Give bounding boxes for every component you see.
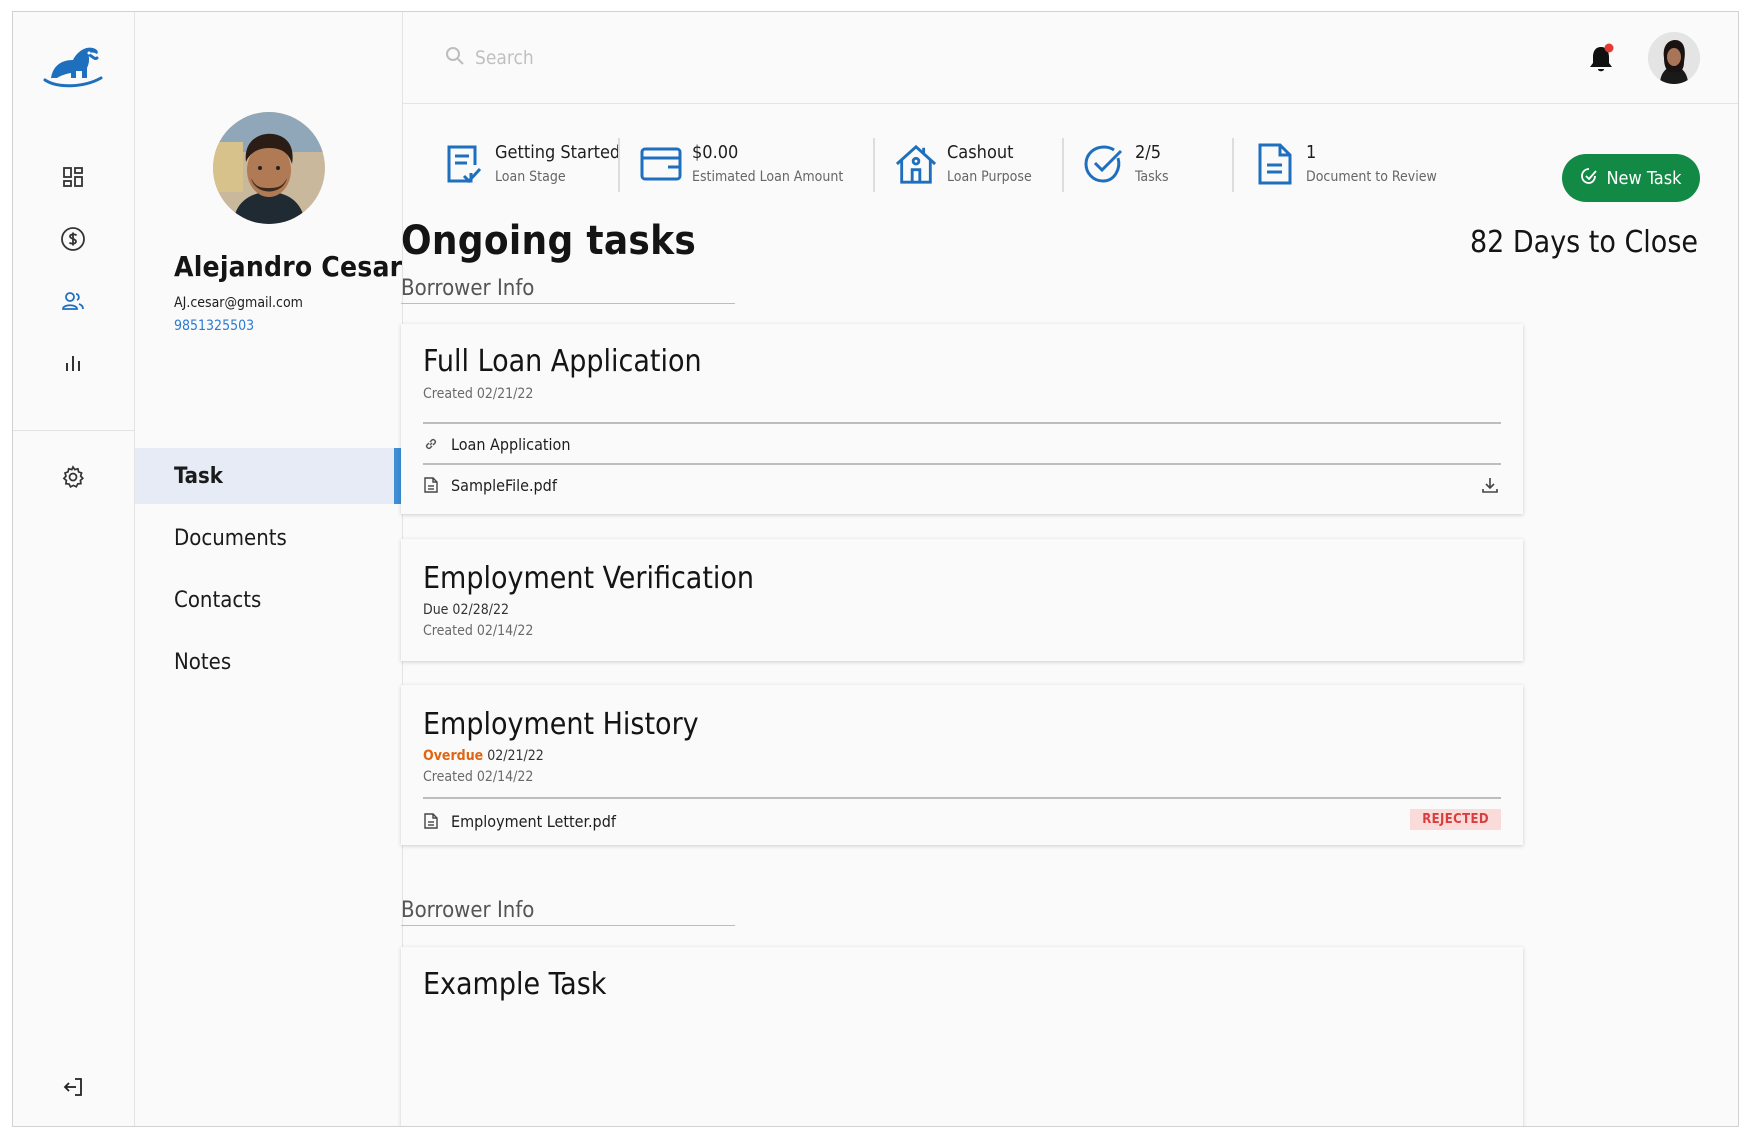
- stat-value: 2/5: [1135, 141, 1162, 163]
- task-title: Full Loan Application: [423, 344, 702, 379]
- download-icon[interactable]: [1479, 473, 1501, 497]
- bar-chart-icon[interactable]: [58, 348, 88, 378]
- search-input[interactable]: [475, 47, 875, 69]
- check-circle-icon: [1083, 142, 1125, 186]
- task-divider: [423, 797, 1501, 799]
- overdue-date: 02/21/22: [487, 748, 544, 764]
- borrower-avatar: [213, 112, 325, 224]
- stat-label: Estimated Loan Amount: [692, 168, 844, 185]
- stat-tasks: 2/5 Tasks: [1083, 132, 1169, 196]
- stat-divider: [873, 138, 875, 192]
- add-task-icon: [1580, 167, 1598, 190]
- task-title: Example Task: [423, 967, 607, 1002]
- days-to-close: 82 Days to Close: [1469, 225, 1698, 260]
- stat-divider: [618, 138, 620, 192]
- task-divider: [423, 422, 1501, 424]
- menu-item-contacts[interactable]: Contacts: [135, 572, 403, 628]
- task-file-row[interactable]: Employment Letter.pdf REJECTED: [423, 807, 1501, 835]
- checklist-doc-icon: [443, 142, 485, 186]
- users-icon[interactable]: [58, 286, 88, 316]
- link-icon: [423, 435, 439, 453]
- gear-icon[interactable]: [58, 462, 88, 492]
- task-divider: [423, 463, 1501, 465]
- task-card[interactable]: Example Task: [401, 947, 1523, 1126]
- task-card[interactable]: Full Loan Application Created 02/21/22 L…: [401, 324, 1523, 514]
- dashboard-icon[interactable]: [58, 162, 88, 192]
- dollar-icon[interactable]: [58, 224, 88, 254]
- user-avatar[interactable]: [1648, 32, 1700, 84]
- top-bar: [403, 12, 1738, 104]
- borrower-name: Alejandro Cesar: [174, 250, 403, 283]
- stat-value: Cashout: [947, 141, 1014, 163]
- section-header: Borrower Info: [401, 276, 735, 304]
- stat-value: Getting Started: [495, 141, 621, 163]
- stat-label: Loan Stage: [495, 168, 566, 185]
- status-badge: REJECTED: [1410, 809, 1501, 830]
- rail-divider: [13, 430, 135, 431]
- task-card[interactable]: Employment History Overdue 02/21/22 Crea…: [401, 685, 1523, 845]
- task-created-date: Created 02/14/22: [423, 769, 534, 785]
- notification-bell-icon[interactable]: [1586, 42, 1616, 74]
- house-icon: [895, 142, 937, 186]
- stat-divider: [1062, 138, 1064, 192]
- wallet-icon: [640, 142, 682, 186]
- task-created-date: Created 02/21/22: [423, 386, 534, 402]
- elephant-logo-icon[interactable]: [43, 36, 103, 92]
- file-icon: [423, 812, 439, 830]
- app-window: Alejandro Cesar AJ.cesar@gmail.com 98513…: [12, 11, 1739, 1127]
- search-box: [445, 46, 875, 70]
- borrower-email: AJ.cesar@gmail.com: [174, 295, 303, 311]
- new-task-button[interactable]: New Task: [1562, 154, 1700, 202]
- section-header: Borrower Info: [401, 898, 735, 926]
- menu-item-documents[interactable]: Documents: [135, 510, 403, 566]
- loan-stats-bar: Getting Started Loan Stage $0.00 Estimat…: [403, 132, 1738, 202]
- logout-icon[interactable]: [58, 1072, 88, 1102]
- task-title: Employment History: [423, 707, 699, 742]
- overdue-label: Overdue: [423, 748, 484, 764]
- stat-divider: [1232, 138, 1234, 192]
- search-icon: [445, 46, 465, 70]
- new-task-label: New Task: [1606, 167, 1682, 189]
- task-overdue-line: Overdue 02/21/22: [423, 748, 544, 764]
- task-file-row[interactable]: SampleFile.pdf: [423, 471, 1501, 499]
- document-icon: [1254, 142, 1296, 186]
- stat-loan-amount: $0.00 Estimated Loan Amount: [640, 132, 843, 196]
- task-link-label[interactable]: Loan Application: [451, 435, 570, 454]
- stat-label: Document to Review: [1306, 168, 1437, 185]
- stat-value: 1: [1306, 141, 1317, 163]
- menu-item-notes[interactable]: Notes: [135, 634, 403, 690]
- borrower-menu: Task Documents Contacts Notes: [135, 448, 403, 696]
- task-due-date: Due 02/28/22: [423, 602, 509, 618]
- menu-item-task[interactable]: Task: [135, 448, 403, 504]
- page-title: Ongoing tasks: [401, 218, 697, 264]
- stat-label: Tasks: [1135, 168, 1169, 185]
- task-link-row[interactable]: Loan Application: [423, 430, 1501, 458]
- stat-loan-purpose: Cashout Loan Purpose: [895, 132, 1032, 196]
- stat-value: $0.00: [692, 141, 739, 163]
- stat-label: Loan Purpose: [947, 168, 1032, 185]
- borrower-phone[interactable]: 9851325503: [174, 318, 254, 334]
- icon-rail: [13, 12, 135, 1126]
- task-file-name[interactable]: Employment Letter.pdf: [451, 812, 616, 831]
- task-title: Employment Verification: [423, 561, 755, 596]
- task-created-date: Created 02/14/22: [423, 623, 534, 639]
- stat-documents-to-review[interactable]: 1 Document to Review: [1254, 132, 1437, 196]
- stat-loan-stage: Getting Started Loan Stage: [443, 132, 620, 196]
- file-icon: [423, 476, 439, 494]
- task-file-name[interactable]: SampleFile.pdf: [451, 476, 557, 495]
- borrower-profile-panel: Alejandro Cesar AJ.cesar@gmail.com 98513…: [135, 12, 403, 1126]
- task-card[interactable]: Employment Verification Due 02/28/22 Cre…: [401, 539, 1523, 661]
